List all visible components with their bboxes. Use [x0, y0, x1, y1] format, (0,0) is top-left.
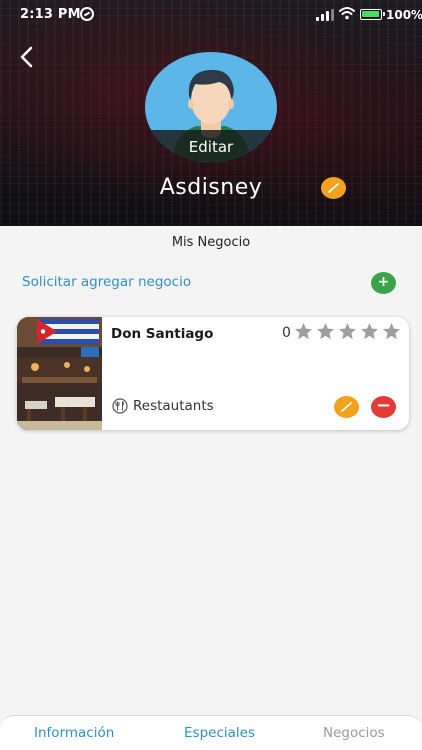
star-icon: [339, 323, 356, 340]
back-icon[interactable]: [14, 44, 40, 70]
tab-bar: Información Especiales Negocios: [0, 715, 422, 750]
request-add-business-link[interactable]: Solicitar agregar negocio: [22, 274, 191, 290]
section-title: Mis Negocio: [171, 235, 251, 250]
business-category: Restautants: [133, 398, 214, 414]
profile-name: Asdisney: [159, 175, 263, 200]
minus-icon: −: [375, 395, 392, 416]
edit-business-button[interactable]: [334, 396, 359, 418]
sync-icon: [80, 7, 94, 21]
edit-name-button[interactable]: [321, 177, 346, 199]
rating-count: 0: [282, 325, 291, 341]
profile-header: 2:13 PM 100% Editar Asdisney: [0, 0, 422, 226]
rating-stars: [294, 322, 402, 342]
remove-business-button[interactable]: −: [371, 396, 396, 418]
avatar[interactable]: Editar: [145, 52, 277, 162]
status-bar: 2:13 PM 100%: [0, 0, 422, 30]
star-icon: [361, 323, 378, 340]
signal-icon: [316, 9, 334, 21]
battery-percent: 100%: [386, 8, 422, 22]
pencil-icon: [341, 402, 352, 412]
business-name: Don Santiago: [111, 326, 214, 342]
tab-negocios[interactable]: Negocios: [323, 725, 385, 741]
tab-informacion[interactable]: Información: [34, 725, 114, 741]
tab-especiales[interactable]: Especiales: [184, 725, 255, 741]
avatar-edit-button[interactable]: Editar: [145, 130, 277, 162]
plus-icon: +: [377, 274, 390, 290]
wifi-icon: [339, 7, 355, 20]
status-time: 2:13 PM: [20, 7, 81, 22]
battery-icon: [360, 9, 385, 20]
restaurant-icon: [112, 398, 128, 414]
add-business-button[interactable]: +: [371, 272, 396, 294]
business-photo: [17, 317, 102, 430]
star-icon: [317, 323, 334, 340]
pencil-icon: [328, 183, 339, 193]
restaurant-photo-illustration: [17, 317, 102, 430]
business-card[interactable]: Don Santiago 0 Restautants −: [17, 317, 409, 430]
star-icon: [295, 323, 312, 340]
star-icon: [383, 323, 400, 340]
battery-level-fill: [362, 11, 379, 17]
